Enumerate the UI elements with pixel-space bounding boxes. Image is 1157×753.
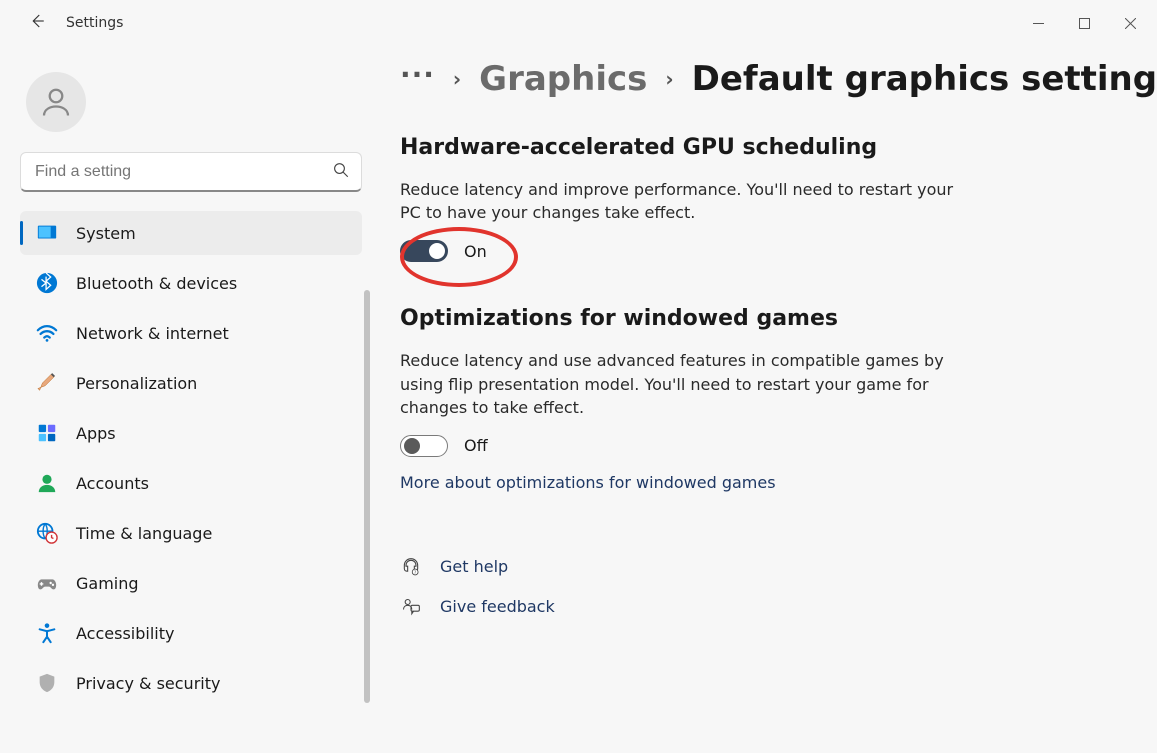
toggle-windowed-optimizations[interactable] [400,435,448,457]
chevron-right-icon: › [453,67,461,91]
breadcrumb-parent[interactable]: Graphics [479,59,647,99]
system-icon [36,222,58,244]
sidebar-item-label: Personalization [76,374,197,393]
sidebar-item-time-language[interactable]: Time & language [20,511,362,555]
section-title-gpu: Hardware-accelerated GPU scheduling [400,135,1097,160]
toggle-windowed-label: Off [464,436,488,455]
accounts-icon [36,472,58,494]
brush-icon [36,372,58,394]
section-title-windowed: Optimizations for windowed games [400,306,1097,331]
sidebar-item-label: Bluetooth & devices [76,274,237,293]
breadcrumb-overflow[interactable]: ··· [400,58,435,99]
give-feedback-link[interactable]: Give feedback [400,596,1097,618]
search-input[interactable] [20,152,362,192]
help-icon: ? [400,556,422,578]
toggle-gpu-label: On [464,242,487,261]
sidebar: System Bluetooth & devices Network & int… [0,38,370,753]
give-feedback-label: Give feedback [440,597,555,616]
sidebar-item-label: Privacy & security [76,674,220,693]
sidebar-item-label: Time & language [76,524,212,543]
get-help-link[interactable]: ? Get help [400,556,1097,578]
toggle-gpu-scheduling[interactable] [400,240,448,262]
sidebar-item-label: Network & internet [76,324,229,343]
section-desc-windowed: Reduce latency and use advanced features… [400,349,960,419]
sidebar-item-system[interactable]: System [20,211,362,255]
app-title: Settings [66,15,123,31]
get-help-label: Get help [440,557,508,576]
globe-clock-icon [36,522,58,544]
profile-block[interactable] [20,58,370,142]
link-windowed-more[interactable]: More about optimizations for windowed ga… [400,473,776,492]
sidebar-item-apps[interactable]: Apps [20,411,362,455]
sidebar-item-accessibility[interactable]: Accessibility [20,611,362,655]
shield-icon [36,672,58,694]
bluetooth-icon [36,272,58,294]
sidebar-item-label: Gaming [76,574,139,593]
wifi-icon [36,322,58,344]
breadcrumb-current: Default graphics settings [692,59,1157,99]
sidebar-item-label: Accounts [76,474,149,493]
breadcrumb: ··· › Graphics › Default graphics settin… [400,58,1097,99]
sidebar-item-privacy[interactable]: Privacy & security [20,661,362,705]
sidebar-item-label: Accessibility [76,624,174,643]
sidebar-item-accounts[interactable]: Accounts [20,461,362,505]
search-icon [332,161,350,183]
feedback-icon [400,596,422,618]
svg-text:?: ? [414,570,416,575]
sidebar-item-bluetooth[interactable]: Bluetooth & devices [20,261,362,305]
sidebar-item-network[interactable]: Network & internet [20,311,362,355]
sidebar-scrollbar[interactable] [364,290,370,703]
section-desc-gpu: Reduce latency and improve performance. … [400,178,960,224]
nav-list: System Bluetooth & devices Network & int… [20,208,370,708]
back-button[interactable] [28,12,46,35]
main-content: ··· › Graphics › Default graphics settin… [370,38,1157,753]
accessibility-icon [36,622,58,644]
sidebar-item-gaming[interactable]: Gaming [20,561,362,605]
chevron-right-icon: › [665,67,673,91]
apps-icon [36,422,58,444]
sidebar-item-label: System [76,224,136,243]
sidebar-item-label: Apps [76,424,116,443]
gamepad-icon [36,572,58,594]
avatar [26,72,86,132]
sidebar-item-personalization[interactable]: Personalization [20,361,362,405]
